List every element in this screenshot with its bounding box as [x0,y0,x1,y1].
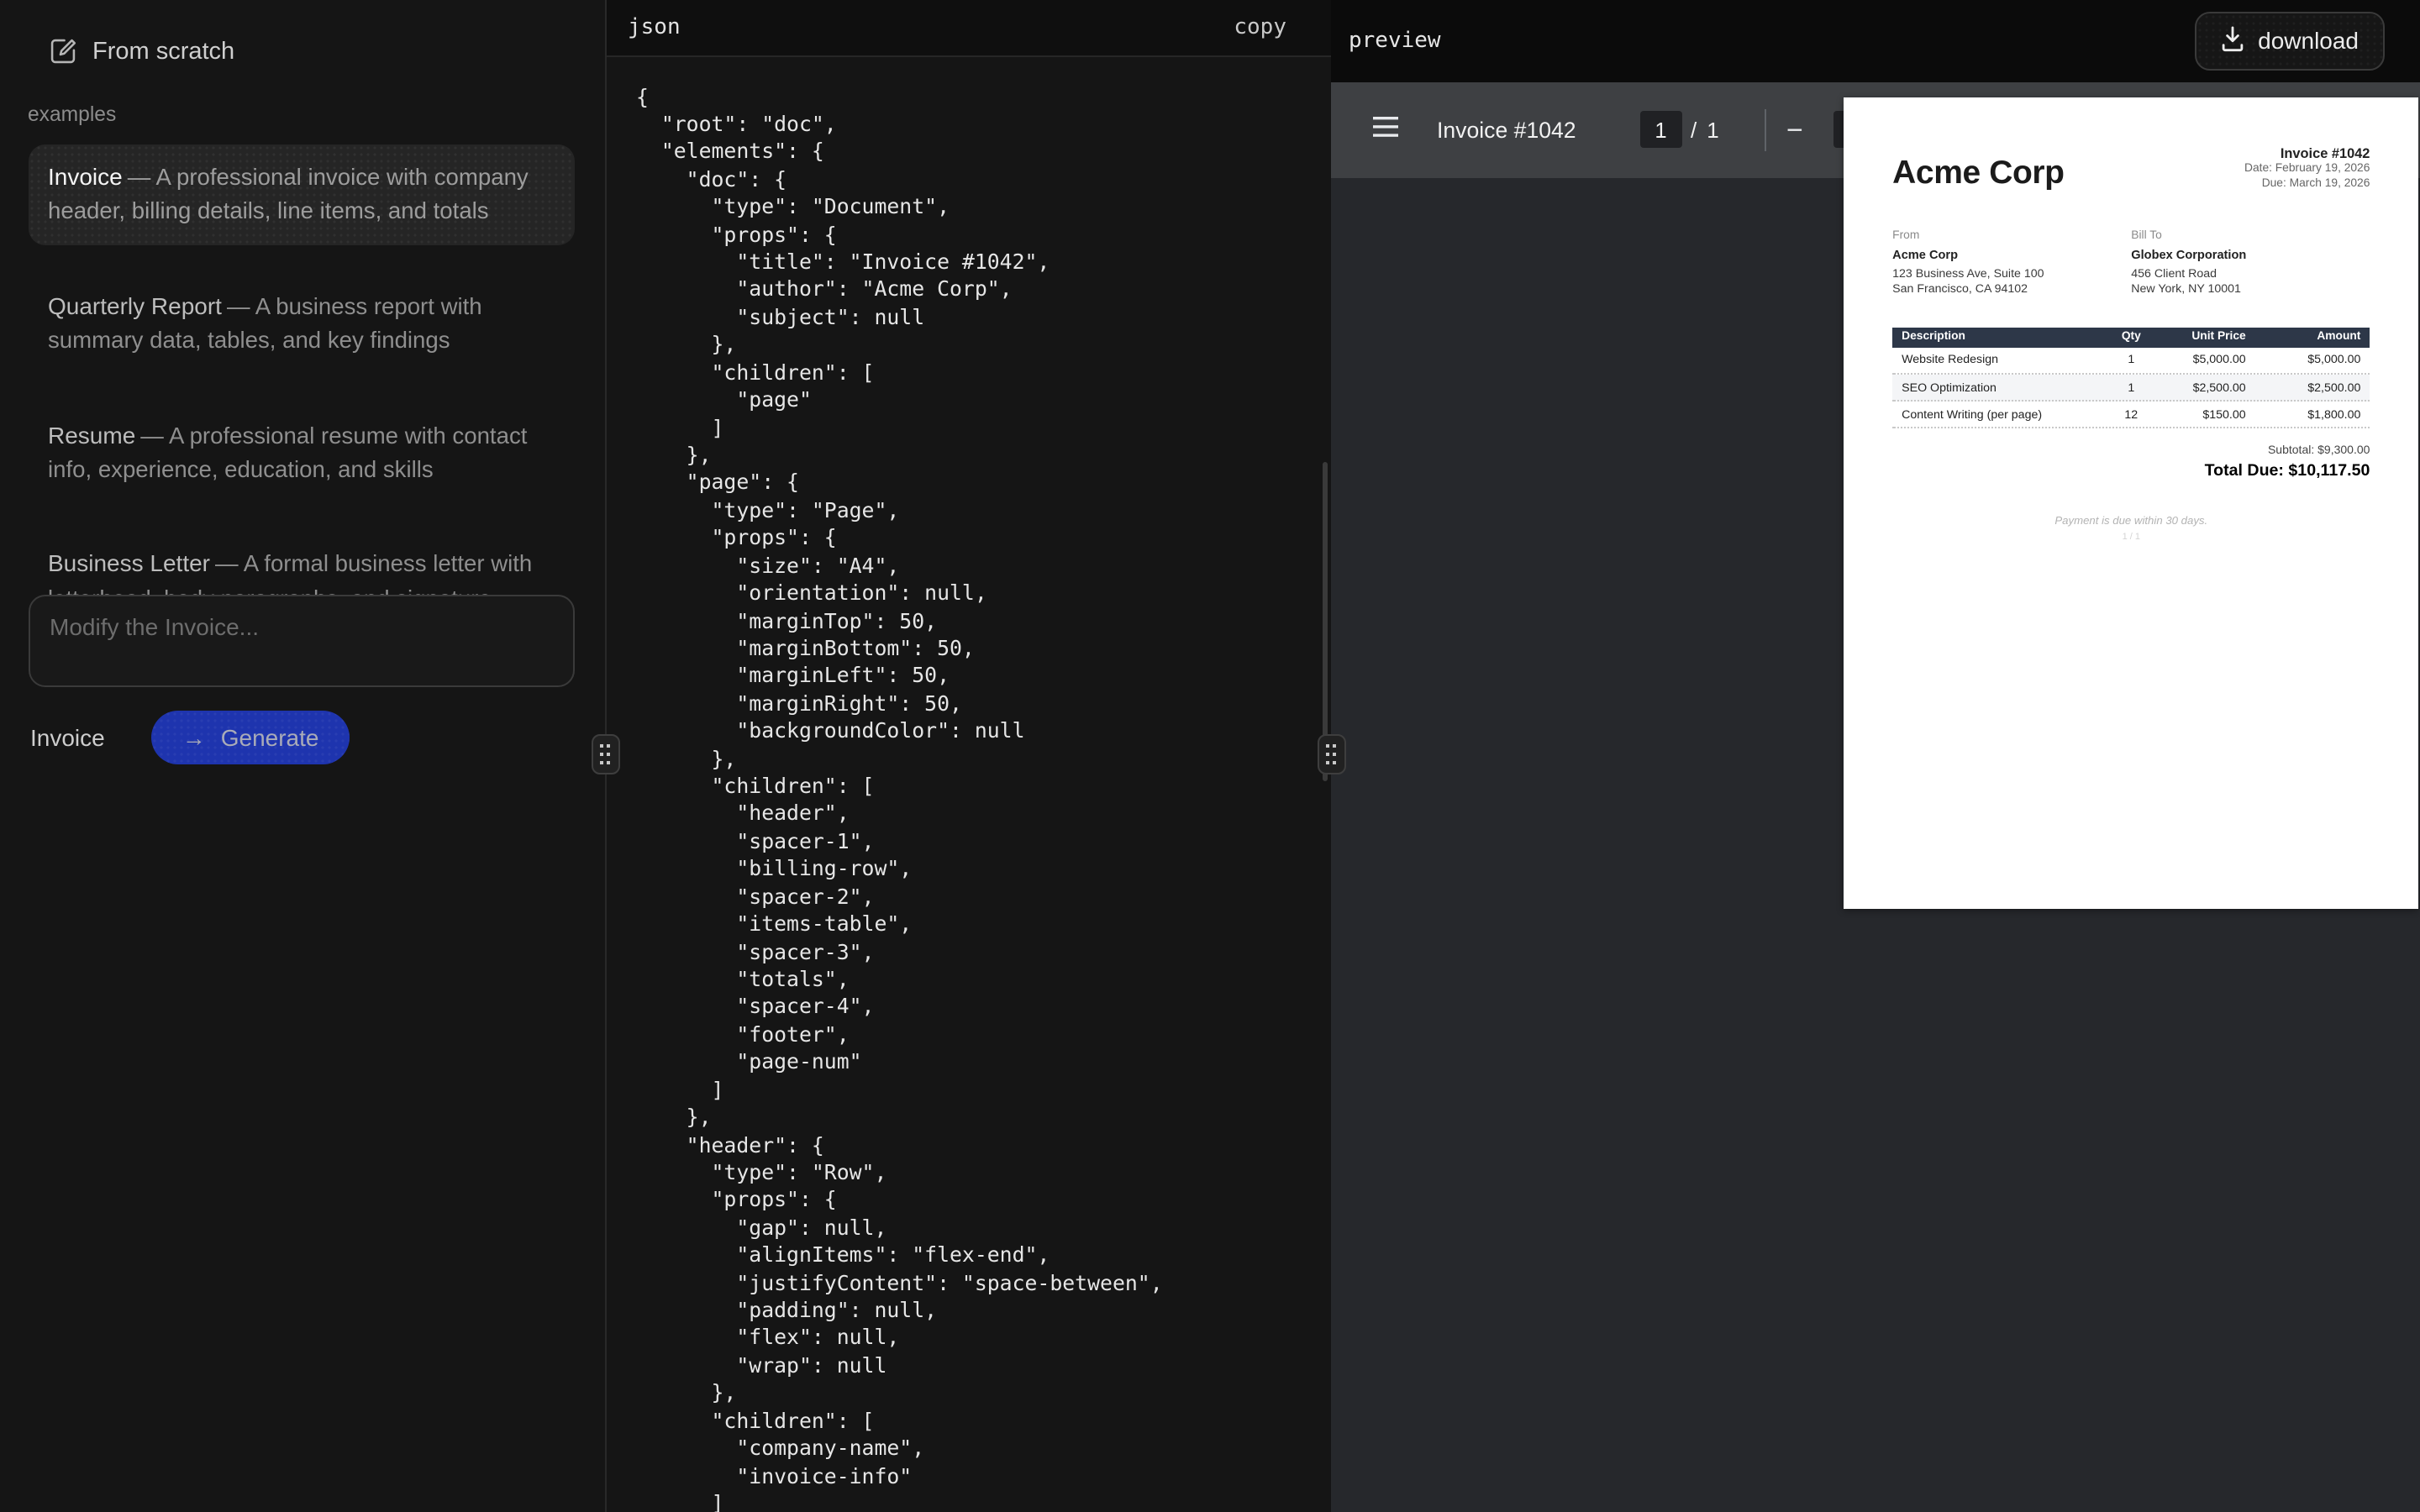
json-panel-header: json copy [606,0,1330,56]
invoice-line-item: Website Redesign 1 $5,000.00 $5,000.00 [1892,348,2370,375]
col-unit-price: Unit Price [2160,332,2245,344]
invoice-header: Acme Corp Invoice #1042 Date: February 1… [1892,97,2370,192]
invoice-table-header: Description Qty Unit Price Amount [1892,327,2370,347]
zoom-out-button[interactable]: − [1786,115,1803,144]
item-unit-price: $5,000.00 [2160,354,2245,367]
example-item-invoice[interactable]: Invoice— A professional invoice with com… [28,144,574,245]
page-count: 1 [1707,117,1718,142]
json-code: { "root": "doc", "elements": { "doc": { … [606,56,1330,1512]
item-amount: $1,800.00 [2246,408,2370,422]
item-qty: 1 [2102,381,2160,394]
invoice-line-item: Content Writing (per page) 12 $150.00 $1… [1892,402,2370,429]
preview-panel-title: preview [1349,29,1441,54]
from-label: From [1892,230,2131,242]
download-button-label: download [2258,28,2359,55]
item-description: Website Redesign [1892,354,2102,367]
invoice-number: Invoice #1042 [2244,145,2370,160]
item-unit-price: $150.00 [2160,408,2245,422]
examples-list: Invoice— A professional invoice with com… [28,144,574,661]
item-amount: $2,500.00 [2246,381,2370,394]
json-scrollbar-thumb[interactable] [1322,462,1327,781]
example-title: Business Letter [48,550,210,577]
sidebar: From scratch examples Invoice— A profess… [0,0,604,1512]
example-item-resume[interactable]: Resume— A professional resume with conta… [28,402,574,503]
example-title: Quarterly Report [48,292,222,319]
invoice-line-item: SEO Optimization 1 $2,500.00 $2,500.00 [1892,375,2370,402]
page-separator: / [1691,117,1697,142]
from-scratch-button[interactable]: From scratch [49,37,234,66]
from-address-line2: San Francisco, CA 94102 [1892,283,2131,299]
item-description: Content Writing (per page) [1892,408,2102,422]
examples-section-label: examples [28,102,116,126]
preview-header: preview download [1331,0,2420,81]
copy-button[interactable]: copy [1234,15,1286,40]
billto-address-line2: New York, NY 10001 [2131,283,2370,299]
invoice-total-due: Total Due: $10,117.50 [1892,463,2370,481]
invoice-billing-row: From Acme Corp 123 Business Ave, Suite 1… [1892,230,2370,299]
invoice-page-indicator: 1 / 1 [1892,533,2370,543]
preview-panel: preview download Invoice #1 [1331,0,2420,1512]
download-button[interactable]: download [2194,12,2384,70]
invoice-subtotal: Subtotal: $9,300.00 [1892,446,2370,458]
col-amount: Amount [2246,332,2370,344]
minus-icon: − [1786,115,1803,144]
download-icon [2219,25,2244,57]
billto-name: Globex Corporation [2131,248,2370,263]
invoice-due-date: Due: March 19, 2026 [2244,178,2370,193]
from-address-line1: 123 Business Ave, Suite 100 [1892,267,2131,283]
edit-pencil-square-icon [49,37,77,66]
invoice-company-name: Acme Corp [1892,155,2064,193]
billto-address-line1: 456 Client Road [2131,267,2370,283]
item-qty: 1 [2102,354,2160,367]
item-unit-price: $2,500.00 [2160,381,2245,394]
item-qty: 12 [2102,408,2160,422]
toolbar-divider [1764,108,1765,150]
from-scratch-label: From scratch [92,38,234,65]
example-title: Invoice [48,163,123,190]
generate-row: Invoice → Generate [30,711,349,764]
app-window: From scratch examples Invoice— A profess… [0,0,2420,1512]
col-description: Description [1892,332,2102,344]
sidebar-resize-handle[interactable] [591,734,619,774]
item-amount: $5,000.00 [2246,354,2370,367]
from-name: Acme Corp [1892,248,2131,263]
invoice-from-block: From Acme Corp 123 Business Ave, Suite 1… [1892,230,2131,299]
arrow-right-icon: → [182,726,206,749]
item-description: SEO Optimization [1892,381,2102,394]
billto-label: Bill To [2131,230,2370,242]
col-qty: Qty [2102,332,2160,344]
json-panel-title: json [628,15,681,40]
invoice-footer-note: Payment is due within 30 days. [1892,517,2370,528]
pdf-document-title: Invoice #1042 [1437,117,1576,142]
hamburger-menu-icon [1373,116,1398,143]
json-panel-resize-handle[interactable] [1317,734,1345,774]
invoice-table-body: Website Redesign 1 $5,000.00 $5,000.00 S… [1892,348,2370,429]
invoice-meta: Invoice #1042 Date: February 19, 2026 Du… [2244,145,2370,192]
modify-prompt-input[interactable] [28,594,574,686]
invoice-page: Acme Corp Invoice #1042 Date: February 1… [1844,97,2418,908]
selected-doc-label: Invoice [30,724,105,751]
drag-dots-icon [1325,744,1337,764]
invoice-items-table: Description Qty Unit Price Amount Websit… [1892,327,2370,429]
drag-dots-icon [599,744,611,764]
invoice-date: Date: February 19, 2026 [2244,163,2370,178]
example-title: Resume [48,421,135,448]
generate-button-label: Generate [221,724,319,751]
pdf-menu-button[interactable] [1373,116,1398,143]
example-item-quarterly-report[interactable]: Quarterly Report— A business report with… [28,274,574,375]
generate-button[interactable]: → Generate [152,711,350,764]
invoice-billto-block: Bill To Globex Corporation 456 Client Ro… [2131,230,2370,299]
json-panel: json copy { "root": "doc", "elements": {… [606,0,1330,1512]
page-number-input[interactable] [1640,111,1681,149]
